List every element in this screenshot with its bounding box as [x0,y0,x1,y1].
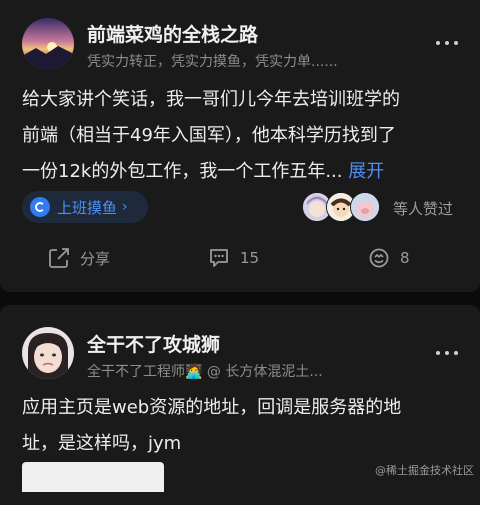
girl-avatar-image [22,327,74,379]
post-card[interactable]: 前端菜鸡的全栈之路 凭实力转正，凭实力摸鱼，凭实力单...... 给大家讲个笑话… [0,0,480,292]
content-text: 一份12k的外包工作，我一个工作五年... [22,161,343,182]
like-button[interactable]: 8 [368,247,410,269]
comment-icon [210,249,228,267]
pig-avatar-image [351,193,379,221]
comment-count: 15 [240,249,260,267]
content-line: 给大家讲个笑话，我一哥们儿今年去培训班学的 [22,89,400,110]
topic-label: 上班摸鱼 [57,198,118,217]
share-icon [49,248,69,268]
sunset-avatar-image [22,18,74,70]
content-line: 前端（相当于49年入国军），他本科学历找到了 [22,125,396,146]
like-count: 8 [400,249,410,267]
topic-icon [30,197,50,217]
author-subtitle: 凭实力转正，凭实力摸鱼，凭实力单...... [87,54,338,70]
post-image[interactable] [22,462,164,492]
post-content[interactable]: 给大家讲个笑话，我一哥们儿今年去培训班学的 前端（相当于49年入国军），他本科学… [22,82,462,190]
author-avatar[interactable] [22,327,74,379]
author-name[interactable]: 前端菜鸡的全栈之路 [87,20,258,47]
watermark: @稀土掘金技术社区 [375,464,474,477]
comment-button[interactable]: 15 [208,247,259,269]
topic-tag[interactable]: 上班摸鱼 › [22,191,148,223]
like-icon [369,248,389,268]
share-button[interactable]: 分享 [48,247,110,269]
content-line: 一份12k的外包工作，我一个工作五年... 展开 [22,154,462,190]
liker-avatar [350,192,380,222]
post-content[interactable]: 应用主页是web资源的地址，回调是服务器的地 址，是这样吗，jym [22,390,462,462]
content-line: 应用主页是web资源的地址，回调是服务器的地 [22,397,402,418]
likes-summary: 等人赞过 [393,200,454,218]
author-subtitle: 全干不了工程师🧑‍💻 @ 长方体混泥土... [87,364,323,380]
author-avatar[interactable] [22,18,74,70]
more-options-icon[interactable] [436,350,458,356]
content-line: 址，是这样吗，jym [22,433,182,454]
share-label: 分享 [80,249,111,268]
author-name[interactable]: 全干不了攻城狮 [87,330,220,357]
more-options-icon[interactable] [436,40,458,46]
expand-link[interactable]: 展开 [348,161,384,182]
liker-avatars[interactable] [302,192,382,222]
chevron-right-icon: › [122,199,128,215]
